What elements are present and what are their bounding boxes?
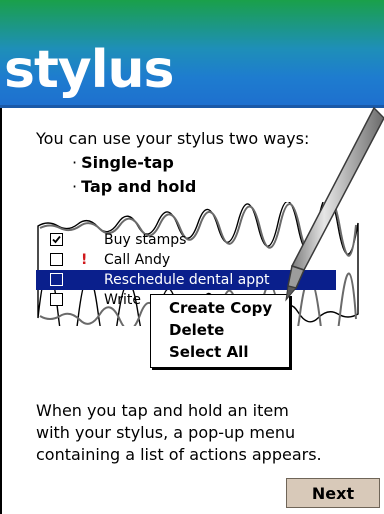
description-line: containing a list of actions appears. [36,445,322,464]
description-text: When you tap and hold an item with your … [36,400,322,466]
next-button[interactable]: Next [286,478,380,508]
description-line: When you tap and hold an item [36,401,289,420]
description-line: with your stylus, a pop-up menu [36,423,296,442]
